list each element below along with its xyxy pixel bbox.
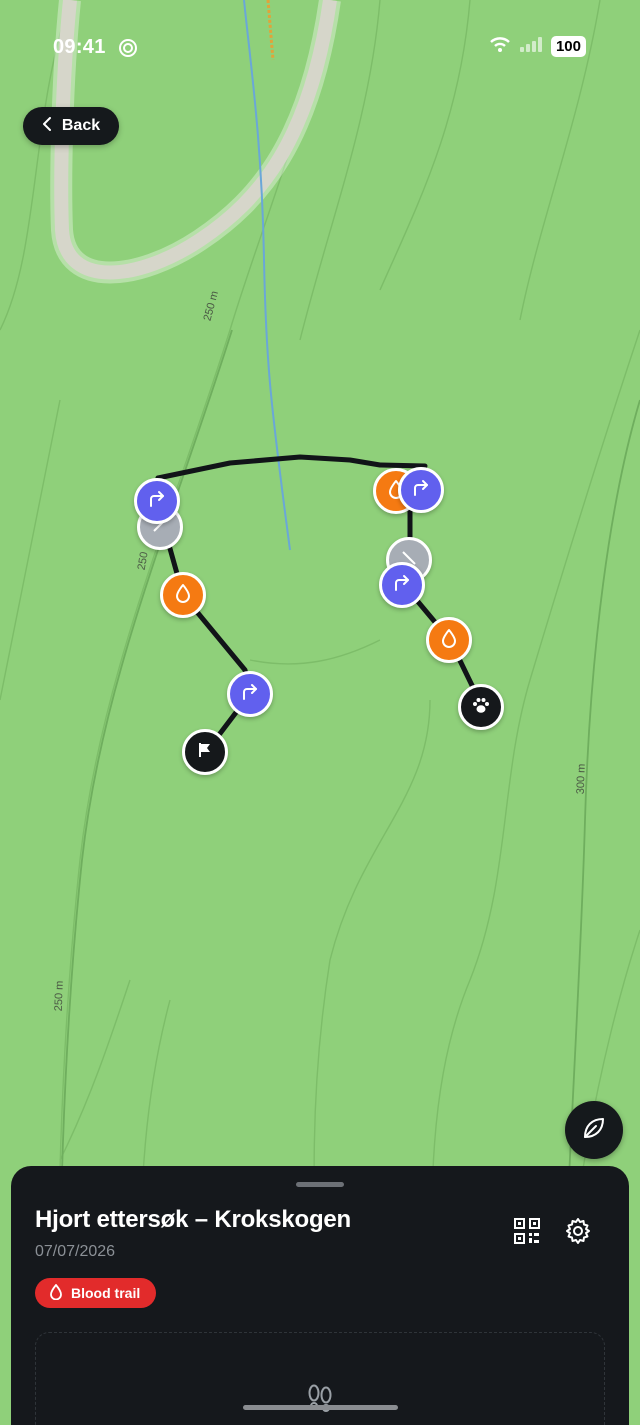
sheet-drag-handle[interactable] [296, 1182, 344, 1187]
signal-icon [519, 36, 543, 57]
qr-code-button[interactable] [510, 1216, 544, 1250]
settings-button[interactable] [561, 1216, 595, 1250]
paw-icon [471, 695, 491, 720]
map-layers-button[interactable] [565, 1101, 623, 1159]
chevron-left-icon [42, 116, 52, 136]
status-badge-label: Blood trail [71, 1285, 141, 1301]
blood-marker[interactable] [426, 617, 472, 663]
turn-marker[interactable] [379, 562, 425, 608]
status-bar: 09:41 100 [0, 0, 640, 95]
back-button[interactable]: Back [23, 107, 119, 145]
leaf-icon [580, 1114, 608, 1147]
turn-marker[interactable] [227, 671, 273, 717]
blood-marker[interactable] [160, 572, 206, 618]
flag-icon [196, 741, 214, 764]
focus-icon [118, 38, 138, 63]
home-indicator[interactable] [243, 1405, 398, 1410]
app: 09:41 100 Back 250 m 250 300 m 250 m Hjo… [0, 0, 640, 1425]
blood-drop-icon [440, 628, 458, 653]
blood-drop-icon [49, 1283, 63, 1303]
status-badge: Blood trail [35, 1278, 157, 1308]
tracks-card[interactable] [35, 1332, 605, 1425]
search-title: Hjort ettersøk – Krokskogen [35, 1206, 352, 1233]
turn-right-icon [240, 682, 260, 707]
contour-label: 300 m [574, 763, 588, 795]
turn-marker[interactable] [134, 478, 180, 524]
start-flag-marker[interactable] [182, 729, 228, 775]
contour-label: 250 m [52, 980, 66, 1012]
search-date: 07/07/2026 [35, 1243, 116, 1260]
turn-right-icon [147, 489, 167, 514]
turn-right-icon [411, 478, 431, 503]
back-button-label: Back [61, 117, 101, 134]
wifi-icon [489, 36, 511, 57]
gear-icon [564, 1217, 592, 1250]
animal-found-marker[interactable] [458, 684, 504, 730]
status-time: 09:41 [53, 36, 106, 58]
turn-marker[interactable] [398, 467, 444, 513]
turn-right-icon [392, 573, 412, 598]
battery-level: 100 [550, 36, 586, 57]
footprints-icon [304, 1381, 336, 1418]
qr-code-icon [514, 1217, 540, 1249]
blood-drop-icon [174, 583, 192, 608]
status-right: 100 [489, 36, 586, 57]
bottom-sheet[interactable]: Hjort ettersøk – Krokskogen 07/07/2026 B… [11, 1166, 629, 1425]
